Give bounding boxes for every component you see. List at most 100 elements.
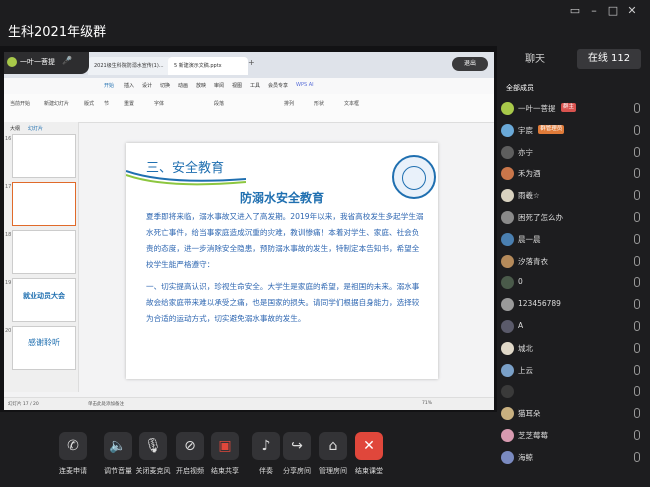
member-role-badge: 群主 bbox=[561, 103, 577, 112]
avatar bbox=[7, 57, 17, 67]
current-slide[interactable]: 三、安全教育 防溺水安全教育 夏季即将来临，溺水事故又进入了高发期。2019年以… bbox=[126, 143, 438, 379]
member-row[interactable]: 猫耳朵 bbox=[501, 405, 646, 424]
member-row[interactable]: A bbox=[501, 318, 646, 337]
minimize-icon[interactable]: – bbox=[588, 5, 600, 17]
wps-toolbar: 当前开始 新建幻灯片 版式 节 重置 字体 段落 排列 形状 文本框 bbox=[4, 94, 494, 123]
presenter-name: 一叶一菩提 bbox=[20, 58, 55, 66]
toolbar-item[interactable]: 形状 bbox=[314, 100, 324, 107]
maximize-icon[interactable]: □ bbox=[607, 5, 619, 17]
thumbnail-title: 就业动员大会 bbox=[23, 292, 65, 300]
avatar bbox=[501, 232, 514, 246]
tab-online[interactable]: 在线 112 bbox=[577, 49, 641, 69]
menu-view[interactable]: 视图 bbox=[232, 82, 242, 89]
menu-start[interactable]: 开始 bbox=[104, 82, 114, 89]
slide-number: 17 bbox=[5, 184, 12, 190]
music-icon: ♪ bbox=[252, 432, 280, 460]
toolbar-item[interactable]: 节 bbox=[104, 100, 109, 107]
mic-icon bbox=[634, 146, 640, 157]
member-row[interactable]: 城北 bbox=[501, 340, 646, 359]
member-name: 0 bbox=[518, 277, 523, 287]
member-row[interactable]: 0 bbox=[501, 274, 646, 293]
member-name: 困死了怎么办 bbox=[518, 213, 563, 222]
mic-icon bbox=[634, 321, 640, 331]
tab-chat[interactable]: 聊天 bbox=[504, 52, 566, 68]
manage-room-button[interactable]: ⌂ 管理房间 bbox=[313, 432, 353, 476]
control-label: 开启视频 bbox=[176, 467, 204, 475]
slide-thumbnail[interactable] bbox=[12, 134, 76, 178]
mic-icon bbox=[634, 212, 640, 222]
slide-thumbnail[interactable]: 就业动员大会 bbox=[12, 278, 76, 322]
tab-outline[interactable]: 大纲 bbox=[10, 125, 20, 132]
member-row[interactable]: 亦宁 bbox=[501, 144, 646, 163]
toolbar-item[interactable]: 排列 bbox=[284, 100, 294, 107]
menu-animation[interactable]: 动画 bbox=[178, 82, 188, 89]
wps-status-bar: 幻灯片 17 / 20 单击此处添加备注 71% bbox=[4, 397, 494, 410]
member-row[interactable]: 123456789 bbox=[501, 296, 646, 315]
member-name: 亦宁 bbox=[518, 147, 533, 157]
member-row[interactable]: 一叶一菩提 群主 bbox=[501, 100, 646, 119]
toolbar-item[interactable]: 文本框 bbox=[344, 100, 359, 107]
member-name: 一叶一菩提 bbox=[518, 104, 556, 113]
member-row[interactable]: 雨羲☆ bbox=[501, 187, 646, 206]
slide-thumbnail[interactable]: 感谢聆听 bbox=[12, 326, 76, 370]
slide-thumbnail[interactable] bbox=[12, 230, 76, 274]
apply-mic-button[interactable]: ✆ 连麦申请 bbox=[53, 432, 93, 476]
end-class-button[interactable]: ✕ 结束课堂 bbox=[349, 432, 389, 476]
menu-insert[interactable]: 插入 bbox=[124, 82, 134, 89]
member-name: 猫耳朵 bbox=[518, 409, 541, 419]
notes-hint[interactable]: 单击此处添加备注 bbox=[88, 401, 124, 407]
member-row[interactable]: 困死了怎么办 bbox=[501, 209, 646, 228]
all-members-label: 全部成员 bbox=[506, 84, 534, 92]
slide-number: 16 bbox=[5, 136, 12, 142]
mute-mic-button[interactable]: 🎙 关闭麦克风 bbox=[133, 432, 173, 476]
menu-slideshow[interactable]: 放映 bbox=[196, 82, 206, 89]
slide-paragraph: 一、切实提高认识，珍视生命安全。大学生是家庭的希望，是祖国的未来。溺水事故会给家… bbox=[146, 282, 420, 323]
toolbar-item[interactable]: 新建幻灯片 bbox=[44, 100, 69, 107]
member-row[interactable]: 上云 bbox=[501, 362, 646, 381]
slide-info: 幻灯片 17 / 20 bbox=[8, 402, 39, 407]
menu-transition[interactable]: 切换 bbox=[160, 82, 170, 89]
menu-tools[interactable]: 工具 bbox=[250, 82, 260, 89]
avatar bbox=[501, 102, 514, 115]
control-label: 结束共享 bbox=[211, 467, 239, 475]
member-row[interactable]: 芝芝莓莓 bbox=[501, 427, 646, 446]
thumbnail-title: 感谢聆听 bbox=[28, 338, 60, 347]
menu-review[interactable]: 审阅 bbox=[214, 82, 224, 89]
menu-vip[interactable]: 会员专享 bbox=[268, 82, 288, 89]
mic-icon bbox=[634, 190, 640, 201]
member-row[interactable]: 海鲸 bbox=[501, 449, 646, 468]
zoom-level[interactable]: 71% bbox=[422, 401, 432, 406]
control-label: 结束课堂 bbox=[355, 467, 383, 475]
start-video-button[interactable]: ⊘ 开启视频 bbox=[170, 432, 210, 476]
mic-icon bbox=[634, 233, 640, 244]
share-room-button[interactable]: ↪ 分享房间 bbox=[277, 432, 317, 476]
member-row[interactable]: 禾为酒 bbox=[501, 165, 646, 184]
member-row[interactable]: 宇宸 群管理员 bbox=[501, 122, 646, 141]
add-tab-icon[interactable]: + bbox=[248, 58, 255, 67]
speaker-icon: 🔈 bbox=[104, 432, 132, 460]
member-row[interactable] bbox=[501, 383, 646, 402]
stop-share-button[interactable]: ▣ 结束共享 bbox=[205, 432, 245, 476]
toolbar-item[interactable]: 重置 bbox=[124, 100, 134, 107]
control-label: 管理房间 bbox=[319, 467, 347, 475]
menu-wps-ai[interactable]: WPS AI bbox=[296, 82, 314, 88]
tab-slides[interactable]: 幻灯片 bbox=[28, 125, 43, 132]
toolbar-item[interactable]: 当前开始 bbox=[10, 100, 30, 107]
wps-tab-1[interactable]: 2021级生科院防溺水宣传(1)... bbox=[88, 57, 172, 75]
wps-tab-2[interactable]: 5 新建演示文稿.pptx bbox=[168, 57, 248, 75]
menu-design[interactable]: 设计 bbox=[142, 82, 152, 89]
slide-thumbnail-selected[interactable] bbox=[12, 182, 76, 226]
toolbar-item[interactable]: 段落 bbox=[214, 100, 224, 107]
volume-button[interactable]: 🔈 调节音量 bbox=[98, 432, 138, 476]
member-row[interactable]: 晨一晨 bbox=[501, 231, 646, 250]
member-row[interactable]: 汐落青衣 bbox=[501, 253, 646, 272]
close-icon[interactable]: ✕ bbox=[626, 5, 638, 17]
mic-icon bbox=[634, 255, 640, 266]
slide-paragraph: 夏季即将来临，溺水事故又进入了高发期。2019年以来，我省高校发生多起学生溺水死… bbox=[146, 212, 424, 269]
screen-icon[interactable]: ▭ bbox=[569, 5, 581, 17]
toolbar-item[interactable]: 字体 bbox=[154, 100, 164, 107]
avatar bbox=[501, 429, 514, 442]
member-name: 雨羲☆ bbox=[518, 191, 540, 201]
toolbar-item[interactable]: 版式 bbox=[84, 100, 94, 107]
exit-fullscreen-button[interactable]: 退出 bbox=[452, 57, 488, 71]
